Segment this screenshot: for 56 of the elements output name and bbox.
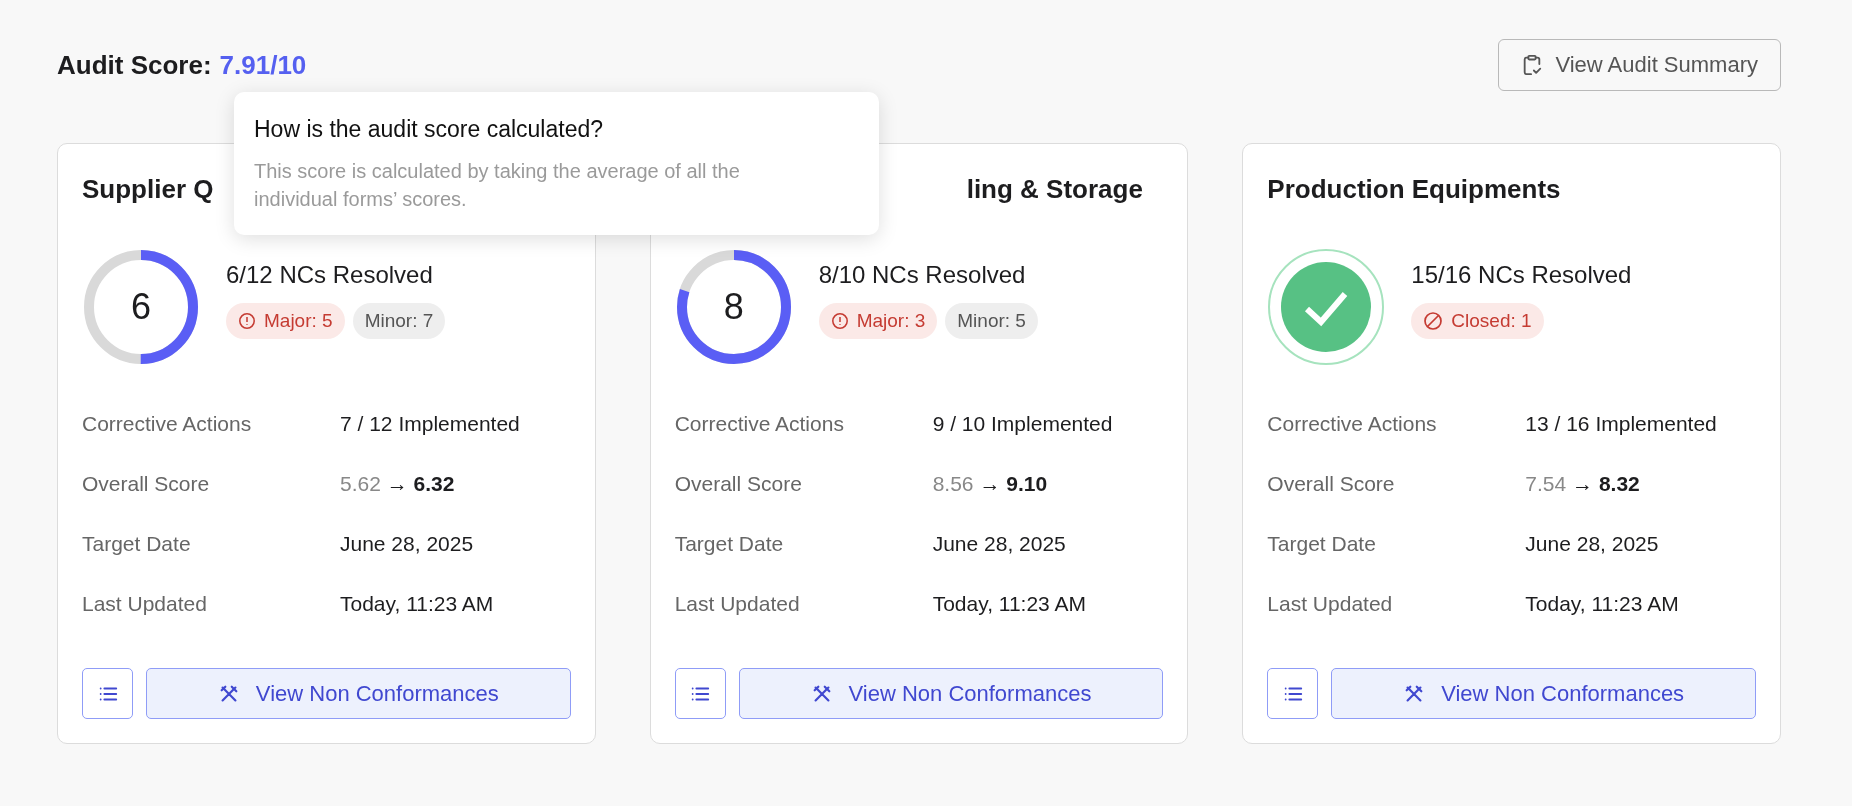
field-label: Last Updated	[674, 592, 801, 616]
field-value: June 28, 2025	[932, 532, 1066, 556]
list-button[interactable]	[674, 668, 726, 719]
field-label: Last Updated	[82, 592, 208, 616]
view-audit-summary-button[interactable]: View Audit Summary	[1498, 39, 1781, 91]
field-value: June 28, 2025	[340, 532, 474, 556]
tooltip-title: How is the audit score calculated?	[254, 116, 605, 143]
arrow-icon: →	[979, 472, 1001, 495]
field-label: Target Date	[82, 532, 192, 556]
field-label: Overall Score	[1267, 472, 1396, 496]
check-circle-icon	[1267, 248, 1386, 366]
major-badge: Major: 3	[818, 303, 938, 339]
resolved-text: 6/12 NCs Resolved	[226, 261, 434, 289]
current-score: 9.10	[1006, 472, 1048, 495]
field-value: June 28, 2025	[1525, 532, 1659, 556]
previous-score: 5.62	[340, 472, 381, 495]
current-score: 8.32	[1598, 472, 1640, 495]
major-badge: Major: 5	[226, 303, 345, 339]
current-score: 6.32	[413, 472, 455, 495]
field-label: Overall Score	[82, 472, 211, 496]
field-label: Target Date	[674, 532, 785, 556]
audit-score-label: Audit Score:	[57, 49, 212, 81]
field-label: Corrective Actions	[82, 412, 253, 436]
arrow-icon: →	[386, 472, 408, 495]
card-title: ling & Storage	[966, 174, 1143, 205]
resolved-text: 15/16 NCs Resolved	[1411, 261, 1632, 289]
resolved-count: 8	[723, 286, 744, 328]
field-value: Today, 11:23 AM	[932, 592, 1086, 616]
previous-score: 7.54	[1525, 472, 1567, 495]
audit-score-value[interactable]: 7.91/10	[219, 49, 307, 81]
list-button[interactable]	[1267, 668, 1319, 719]
field-label: Last Updated	[1267, 592, 1394, 616]
field-value: Today, 11:23 AM	[1525, 592, 1679, 616]
resolved-count: 6	[131, 286, 151, 328]
closed-badge: Closed: 1	[1411, 303, 1544, 339]
tooltip-text: This score is calculated by taking the average of all the individual forms’ scores.	[254, 159, 741, 212]
previous-score: 8.56	[932, 472, 974, 495]
minor-badge: Minor: 7	[352, 303, 446, 339]
view-non-conformances-button[interactable]: View Non Conformances	[146, 668, 571, 719]
field-label: Corrective Actions	[674, 412, 845, 436]
field-value: Today, 11:23 AM	[340, 592, 494, 616]
field-label: Target Date	[1267, 532, 1377, 556]
clipboard-check-icon	[1521, 54, 1544, 76]
field-value: 9 / 10 Implemented	[932, 412, 1113, 436]
arrow-icon: →	[1572, 472, 1594, 495]
field-value: 7 / 12 Implemented	[340, 412, 520, 436]
view-non-conformances-button[interactable]: View Non Conformances	[1331, 668, 1756, 719]
list-button[interactable]	[82, 668, 133, 719]
field-label: Corrective Actions	[1267, 412, 1438, 436]
field-value: 13 / 16 Implemented	[1525, 412, 1717, 436]
card-title: Supplier Q	[82, 174, 214, 205]
view-non-conformances-button[interactable]: View Non Conformances	[738, 668, 1164, 719]
field-label: Overall Score	[674, 472, 803, 496]
minor-badge: Minor: 5	[945, 303, 1038, 339]
resolved-text: 8/10 NCs Resolved	[818, 261, 1027, 289]
card-title: Production Equipments	[1267, 174, 1561, 205]
